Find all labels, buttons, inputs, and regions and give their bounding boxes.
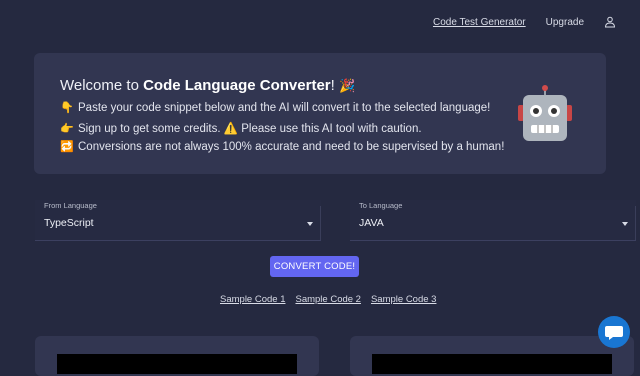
upgrade-link[interactable]: Upgrade <box>546 17 584 28</box>
sample-code-2-link[interactable]: Sample Code 2 <box>295 294 360 305</box>
sample-code-links: Sample Code 1 Sample Code 2 Sample Code … <box>220 294 436 305</box>
code-test-generator-link[interactable]: Code Test Generator <box>433 17 526 28</box>
to-language-value: JAVA <box>359 217 384 229</box>
source-code-editor[interactable] <box>57 354 297 374</box>
convert-code-button[interactable]: CONVERT CODE! <box>270 256 359 277</box>
welcome-title-suffix: ! <box>330 77 339 94</box>
source-code-panel <box>35 336 319 376</box>
to-language-select[interactable]: To Language JAVA <box>350 200 636 241</box>
converted-code-editor[interactable] <box>372 354 612 374</box>
chat-icon <box>605 326 623 340</box>
info-line-signup: 👉 Sign up to get some credits. ⚠️ Please … <box>60 121 422 135</box>
robot-icon <box>518 85 572 141</box>
divider <box>320 206 321 240</box>
welcome-title-app-name: Code Language Converter <box>143 77 331 94</box>
divider <box>635 206 636 240</box>
info-line-paste: 👇 Paste your code snippet below and the A… <box>60 101 490 114</box>
user-icon[interactable] <box>604 16 616 28</box>
to-language-label: To Language <box>359 201 403 210</box>
top-nav: Code Test Generator Upgrade <box>433 16 616 28</box>
chevron-down-icon <box>307 222 313 226</box>
sample-code-1-link[interactable]: Sample Code 1 <box>220 294 285 305</box>
welcome-title-prefix: Welcome to <box>60 77 144 94</box>
welcome-title: Welcome to Code Language Converter! 🎉 <box>60 77 355 94</box>
party-icon: 🎉 <box>338 78 356 93</box>
from-language-label: From Language <box>44 201 97 210</box>
pointing-right-icon: 👉 <box>60 123 74 135</box>
info-line-text: Sign up to get some credits. ⚠️ Please u… <box>78 123 422 135</box>
chevron-down-icon <box>622 222 628 226</box>
converted-code-panel <box>350 336 634 376</box>
info-line-accuracy: 🔁 Conversions are not always 100% accurat… <box>60 140 504 153</box>
pointing-down-icon: 👇 <box>60 102 74 114</box>
from-language-select[interactable]: From Language TypeScript <box>35 200 321 241</box>
sample-code-3-link[interactable]: Sample Code 3 <box>371 294 436 305</box>
chat-widget-button[interactable] <box>598 316 630 348</box>
info-line-text: Paste your code snippet below and the AI… <box>78 102 491 114</box>
welcome-card: Welcome to Code Language Converter! 🎉 👇 P… <box>34 53 606 174</box>
from-language-value: TypeScript <box>44 217 94 229</box>
repeat-icon: 🔁 <box>60 141 74 153</box>
info-line-text: Conversions are not always 100% accurate… <box>78 141 505 153</box>
